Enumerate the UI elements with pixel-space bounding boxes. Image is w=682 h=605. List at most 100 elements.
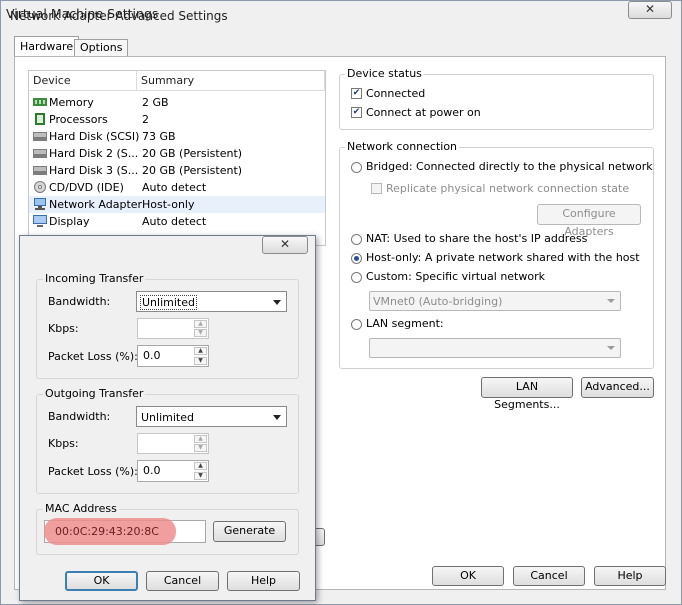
lan-segment-select[interactable] xyxy=(369,338,621,358)
tab-options[interactable]: Options xyxy=(74,39,129,56)
spin-up-icon[interactable]: ▲ xyxy=(194,435,207,443)
spin-down-icon[interactable]: ▼ xyxy=(194,357,207,365)
network-adapter-icon xyxy=(34,198,46,210)
dialog-cancel-button[interactable]: Cancel xyxy=(146,571,219,591)
device-row-network-adapter[interactable]: Network Adapter Host-only xyxy=(29,196,325,213)
tab-hardware[interactable]: Hardware xyxy=(14,36,80,57)
device-name: Processors xyxy=(49,113,108,126)
device-status-title: Device status xyxy=(345,67,424,80)
replicate-state-label: Replicate physical network connection st… xyxy=(386,182,630,195)
spin-up-icon[interactable]: ▲ xyxy=(194,462,207,470)
column-header-summary[interactable]: Summary xyxy=(137,71,325,91)
replicate-state-checkbox[interactable] xyxy=(371,183,382,194)
dialog-help-button[interactable]: Help xyxy=(227,571,300,591)
incoming-packet-loss-input[interactable]: 0.0 ▲ ▼ xyxy=(137,345,209,367)
spin-up-icon[interactable]: ▲ xyxy=(194,347,207,355)
main-ok-button[interactable]: OK xyxy=(432,566,504,586)
spin-up-icon[interactable]: ▲ xyxy=(194,320,207,328)
device-name: Display xyxy=(49,215,90,228)
lan-segment-label: LAN segment: xyxy=(366,317,444,330)
device-row-processors[interactable]: Processors 2 xyxy=(29,111,325,128)
connected-checkbox[interactable]: ✔ xyxy=(351,88,362,99)
memory-icon xyxy=(33,98,47,106)
outgoing-bandwidth-value: Unlimited xyxy=(141,411,194,424)
bridged-radio[interactable] xyxy=(351,162,362,173)
nat-radio[interactable] xyxy=(351,234,362,245)
device-name: Memory xyxy=(49,96,94,109)
spin-down-icon[interactable]: ▼ xyxy=(194,472,207,480)
device-name: Hard Disk 3 (S... xyxy=(49,164,139,177)
device-name: CD/DVD (IDE) xyxy=(49,181,124,194)
device-row-memory[interactable]: Memory 2 GB xyxy=(29,94,325,111)
connected-label: Connected xyxy=(366,87,426,100)
network-connection-title: Network connection xyxy=(345,140,460,153)
nat-label: NAT: Used to share the host's IP address xyxy=(366,232,588,245)
device-row-hard-disk-2[interactable]: Hard Disk 2 (S... 20 GB (Persistent) xyxy=(29,145,325,162)
column-header-device[interactable]: Device xyxy=(29,71,137,91)
device-row-display[interactable]: Display Auto detect xyxy=(29,213,325,230)
incoming-packet-loss-label: Packet Loss (%): xyxy=(48,350,138,363)
outgoing-packet-loss-value: 0.0 xyxy=(143,464,161,477)
outgoing-bandwidth-select[interactable]: Unlimited xyxy=(136,406,287,427)
generate-mac-button[interactable]: Generate xyxy=(213,521,286,542)
close-icon: ✕ xyxy=(644,2,656,16)
outgoing-packet-loss-label: Packet Loss (%): xyxy=(48,465,138,478)
host-only-radio[interactable] xyxy=(351,253,362,264)
device-status-group xyxy=(339,74,654,130)
outgoing-bandwidth-label: Bandwidth: xyxy=(48,410,111,423)
device-summary: 2 xyxy=(142,113,149,126)
device-summary: 73 GB xyxy=(142,130,176,143)
dialog-title: Network Adapter Advanced Settings xyxy=(10,9,228,23)
device-summary: 2 GB xyxy=(142,96,169,109)
spin-down-icon[interactable]: ▼ xyxy=(194,329,207,337)
chevron-down-icon xyxy=(273,300,281,305)
chevron-down-icon xyxy=(273,415,281,420)
advanced-button[interactable]: Advanced... xyxy=(581,377,654,398)
device-summary: 20 GB (Persistent) xyxy=(142,147,243,160)
custom-radio[interactable] xyxy=(351,272,362,283)
device-summary: Host-only xyxy=(142,198,195,211)
close-window-button[interactable]: ✕ xyxy=(628,1,672,19)
lan-segment-radio[interactable] xyxy=(351,319,362,330)
custom-label: Custom: Specific virtual network xyxy=(366,270,545,283)
lan-segments-button[interactable]: LAN Segments... xyxy=(481,377,573,411)
chevron-down-icon xyxy=(607,346,615,350)
mac-address-value: 00:0C:29:43:20:8C xyxy=(55,525,159,538)
connect-at-power-on-label: Connect at power on xyxy=(366,106,481,119)
incoming-bandwidth-value: Unlimited xyxy=(140,295,197,310)
custom-network-value: VMnet0 (Auto-bridging) xyxy=(373,295,503,308)
host-only-label: Host-only: A private network shared with… xyxy=(366,251,640,264)
device-summary: Auto detect xyxy=(142,181,207,194)
incoming-kbps-label: Kbps: xyxy=(48,322,79,335)
chevron-down-icon xyxy=(607,299,615,303)
device-row-hard-disk-3[interactable]: Hard Disk 3 (S... 20 GB (Persistent) xyxy=(29,162,325,179)
hard-disk-icon xyxy=(33,166,47,175)
hard-disk-icon xyxy=(33,132,47,141)
dialog-ok-button[interactable]: OK xyxy=(65,571,138,591)
outgoing-kbps-input[interactable]: ▲ ▼ xyxy=(137,433,209,454)
incoming-kbps-input[interactable]: ▲ ▼ xyxy=(137,318,209,339)
device-name: Hard Disk (SCSI) xyxy=(49,130,140,143)
hard-disk-icon xyxy=(33,149,47,158)
outgoing-packet-loss-input[interactable]: 0.0 ▲ ▼ xyxy=(137,460,209,482)
device-summary: Auto detect xyxy=(142,215,207,228)
outgoing-transfer-title: Outgoing Transfer xyxy=(43,387,146,400)
device-row-hard-disk-scsi[interactable]: Hard Disk (SCSI) 73 GB xyxy=(29,128,325,145)
incoming-bandwidth-select[interactable]: Unlimited xyxy=(136,291,287,312)
main-cancel-button[interactable]: Cancel xyxy=(513,566,585,586)
spin-down-icon[interactable]: ▼ xyxy=(194,444,207,452)
dialog-close-button[interactable]: ✕ xyxy=(262,236,308,254)
device-name: Network Adapter xyxy=(49,198,143,211)
device-name: Hard Disk 2 (S... xyxy=(49,147,139,160)
main-help-button[interactable]: Help xyxy=(594,566,666,586)
device-row-cd-dvd[interactable]: CD/DVD (IDE) Auto detect xyxy=(29,179,325,196)
connect-at-power-on-checkbox[interactable]: ✔ xyxy=(351,107,362,118)
processor-icon xyxy=(35,113,45,125)
outgoing-kbps-label: Kbps: xyxy=(48,437,79,450)
configure-adapters-button[interactable]: Configure Adapters xyxy=(537,204,641,238)
incoming-transfer-title: Incoming Transfer xyxy=(43,272,146,285)
device-list[interactable]: Device Summary Memory 2 GB Processors 2 … xyxy=(28,70,326,246)
display-icon xyxy=(33,215,47,227)
custom-network-select[interactable]: VMnet0 (Auto-bridging) xyxy=(369,291,621,311)
incoming-bandwidth-label: Bandwidth: xyxy=(48,295,111,308)
